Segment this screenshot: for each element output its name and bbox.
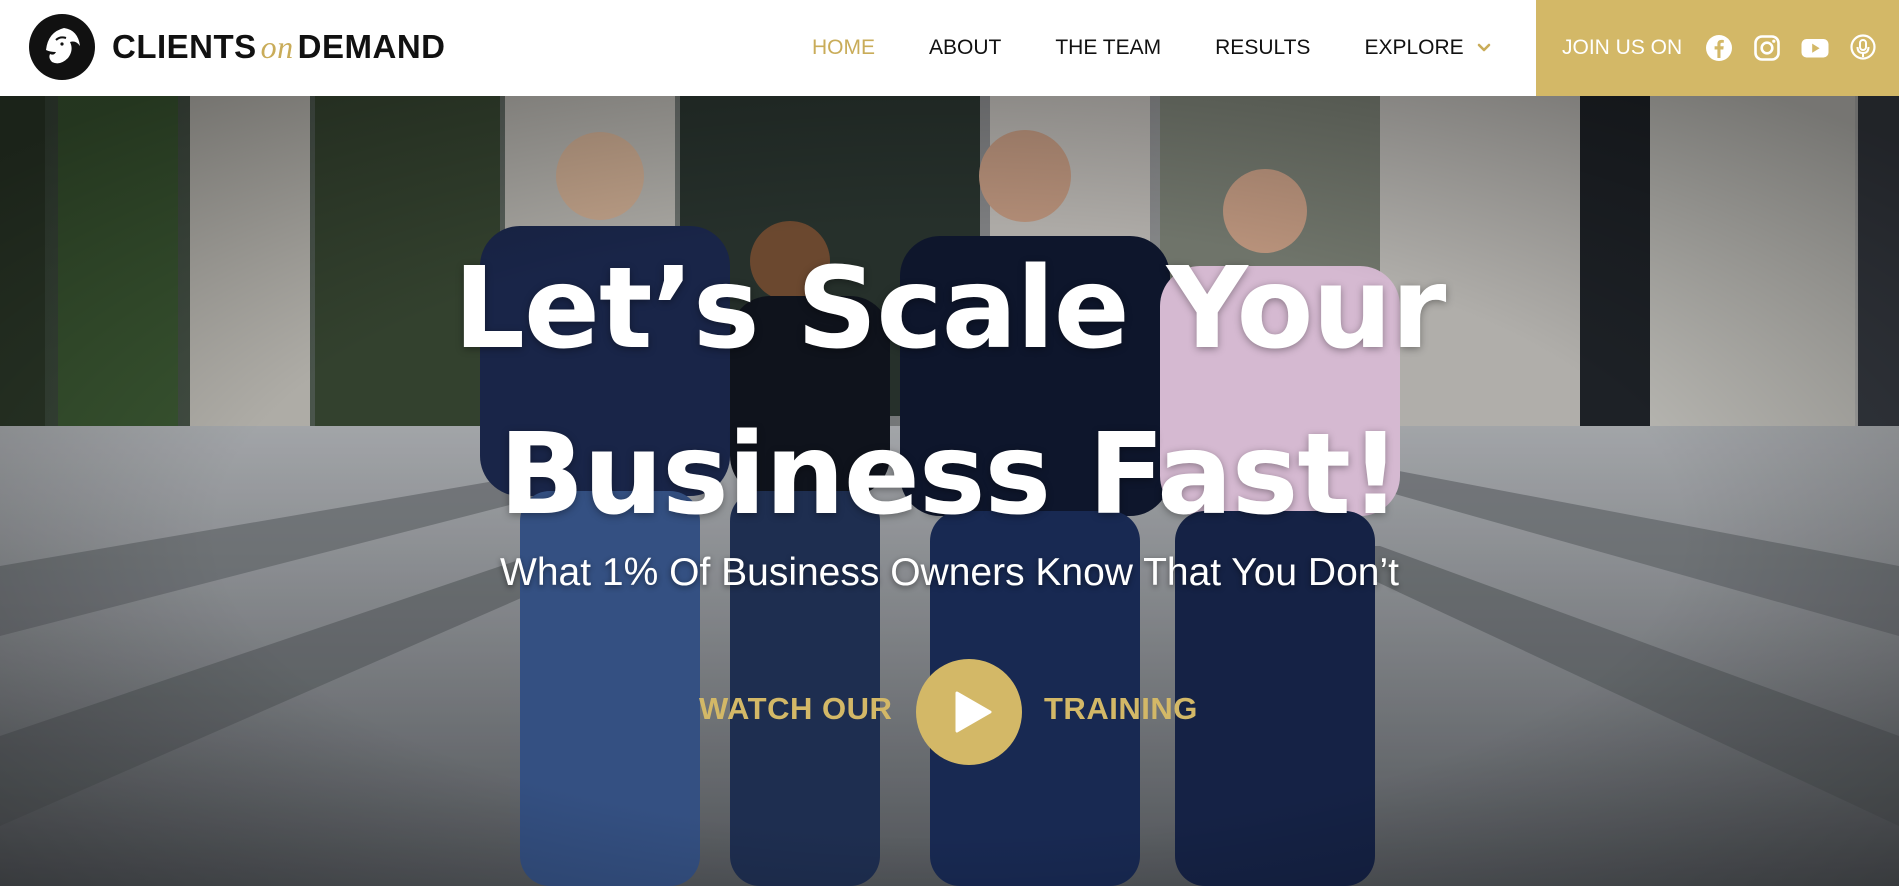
facebook-icon xyxy=(1706,35,1733,61)
podcast-link[interactable] xyxy=(1848,33,1878,63)
site-logo[interactable]: CLIENTS on DEMAND xyxy=(26,10,446,84)
instagram-link[interactable] xyxy=(1752,33,1782,63)
youtube-link[interactable] xyxy=(1800,33,1830,63)
play-icon xyxy=(955,691,992,733)
nav-results[interactable]: RESULTS xyxy=(1215,36,1310,60)
hero-subtitle: What 1% Of Business Owners Know That You… xyxy=(500,551,1399,594)
nav-about[interactable]: ABOUT xyxy=(929,36,1001,60)
brand-name-demand: DEMAND xyxy=(297,28,446,65)
nav-the-team[interactable]: THE TEAM xyxy=(1055,36,1161,60)
hero-section: Let’s Scale Your Business Fast! What 1% … xyxy=(0,96,1899,886)
hero-title-line-1: Let’s Scale Your xyxy=(453,244,1447,374)
hero-title-line-2: Business Fast! xyxy=(499,410,1401,540)
nav-about-label: ABOUT xyxy=(929,36,1002,59)
nav-the-team-label: THE TEAM xyxy=(1055,36,1162,59)
chevron-down-icon xyxy=(1477,43,1490,52)
join-us-bar: JOIN US ON xyxy=(1536,0,1899,96)
lion-logo-icon xyxy=(29,14,95,80)
site-header: CLIENTS on DEMAND HOME ABOUT THE TEAM RESU… xyxy=(0,0,1899,96)
youtube-icon xyxy=(1801,39,1829,58)
nav-results-label: RESULTS xyxy=(1215,36,1311,59)
brand-name: CLIENTS on DEMAND xyxy=(112,28,446,66)
watch-our-label[interactable]: WATCH OUR xyxy=(699,691,892,727)
nav-home[interactable]: HOME xyxy=(812,36,875,60)
podcast-icon xyxy=(1850,34,1876,60)
main-nav: HOME ABOUT THE TEAM RESULTS EXPLORE xyxy=(812,0,1546,96)
brand-name-clients: CLIENTS xyxy=(112,28,257,65)
brand-name-on: on xyxy=(260,29,294,65)
training-label[interactable]: TRAINING xyxy=(1044,691,1198,727)
facebook-link[interactable] xyxy=(1704,33,1734,63)
instagram-icon xyxy=(1754,35,1780,61)
play-training-button[interactable] xyxy=(916,659,1022,765)
hero-title: Let’s Scale Your Business Fast! xyxy=(0,226,1899,558)
join-us-label: JOIN US ON xyxy=(1562,36,1683,59)
nav-explore-label: EXPLORE xyxy=(1364,36,1464,59)
watch-training-cta: WATCH OUR TRAINING xyxy=(0,659,1899,765)
nav-home-label: HOME xyxy=(812,36,875,59)
nav-explore[interactable]: EXPLORE xyxy=(1364,36,1491,60)
